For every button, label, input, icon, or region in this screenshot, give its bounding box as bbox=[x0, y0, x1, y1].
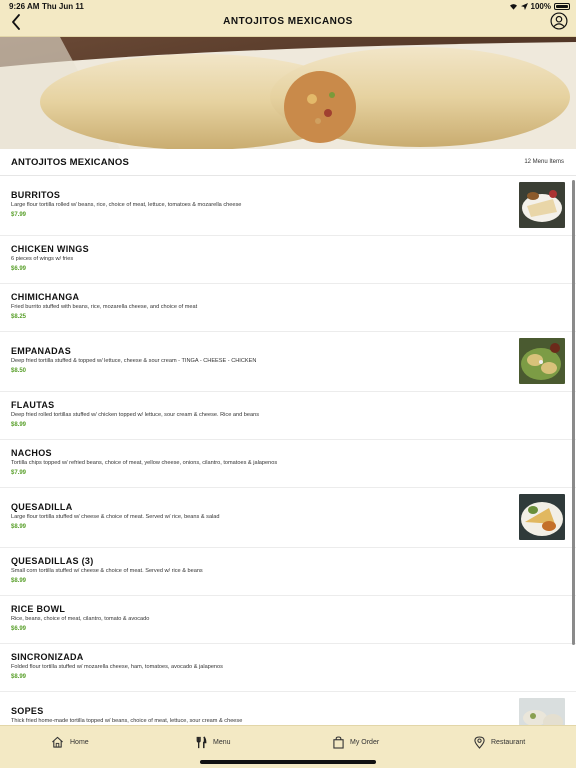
menu-item-chicken-wings[interactable]: CHICKEN WINGS 6 pieces of wings w/ fries… bbox=[0, 236, 576, 284]
item-name: EMPANADAS bbox=[11, 346, 72, 356]
status-time: 9:26 AM bbox=[9, 2, 40, 11]
burrito-photo bbox=[0, 37, 576, 149]
item-price: $8.25 bbox=[11, 314, 27, 320]
item-price: $8.99 bbox=[11, 674, 27, 680]
menu-item-rice-bowl[interactable]: RICE BOWL Rice, beans, choice of meat, c… bbox=[0, 596, 576, 644]
tab-menu-label: Menu bbox=[213, 739, 231, 746]
battery-percent: 100% bbox=[530, 2, 551, 11]
item-price: $8.99 bbox=[11, 524, 27, 530]
item-description: Deep fried tortilla stuffed & topped w/ … bbox=[11, 358, 257, 364]
category-header: ANTOJITOS MEXICANOS 12 Menu Items bbox=[0, 149, 576, 176]
menu-item-quesadilla[interactable]: QUESADILLA Large flour tortilla stuffed … bbox=[0, 488, 576, 548]
item-description: Fried burrito stuffed with beans, rice, … bbox=[11, 304, 198, 310]
tab-my-order[interactable]: My Order bbox=[333, 736, 379, 749]
tab-restaurant-label: Restaurant bbox=[491, 739, 526, 746]
top-bar: 9:26 AM Thu Jun 11 100% ANTOJITOS MEXICA… bbox=[0, 0, 576, 37]
category-title: ANTOJITOS MEXICANOS bbox=[11, 157, 129, 168]
status-indicators: 100% bbox=[509, 2, 570, 11]
hero-image bbox=[0, 37, 576, 149]
item-thumbnail bbox=[519, 338, 565, 384]
tab-menu[interactable]: Menu bbox=[195, 736, 231, 749]
item-description: Thick fried home-made tortilla topped w/… bbox=[11, 718, 243, 724]
location-pin-icon bbox=[474, 736, 485, 749]
menu-item-burritos[interactable]: BURRITOS Large flour tortilla rolled w/ … bbox=[0, 176, 576, 236]
wifi-icon bbox=[509, 4, 517, 10]
item-thumbnail bbox=[519, 182, 565, 228]
tab-home[interactable]: Home bbox=[51, 736, 89, 748]
item-price: $8.50 bbox=[11, 368, 27, 374]
item-description: Large flour tortilla rolled w/ beans, ri… bbox=[11, 202, 242, 208]
menu-item-empanadas[interactable]: EMPANADAS Deep fried tortilla stuffed & … bbox=[0, 332, 576, 392]
item-description: Large flour tortilla stuffed w/ cheese &… bbox=[11, 514, 220, 520]
item-name: NACHOS bbox=[11, 448, 52, 458]
shopping-bag-icon bbox=[333, 736, 344, 749]
item-price: $7.99 bbox=[11, 470, 27, 476]
item-name: QUESADILLAS (3) bbox=[11, 556, 94, 566]
item-name: QUESADILLA bbox=[11, 502, 73, 512]
fork-knife-icon bbox=[196, 736, 207, 749]
menu-item-chimichanga[interactable]: CHIMICHANGA Fried burrito stuffed with b… bbox=[0, 284, 576, 332]
status-bar: 9:26 AM Thu Jun 11 100% bbox=[0, 0, 576, 12]
item-price: $8.99 bbox=[11, 422, 27, 428]
item-price: $6.99 bbox=[11, 266, 27, 272]
tab-my-order-label: My Order bbox=[350, 739, 380, 746]
item-name: BURRITOS bbox=[11, 190, 61, 200]
location-icon bbox=[520, 3, 528, 10]
item-thumbnail bbox=[519, 698, 565, 725]
home-icon bbox=[52, 736, 63, 748]
item-name: SOPES bbox=[11, 706, 44, 716]
tab-restaurant[interactable]: Restaurant bbox=[474, 736, 525, 749]
menu-item-sopes[interactable]: SOPES Thick fried home-made tortilla top… bbox=[0, 692, 576, 725]
item-price: $8.99 bbox=[11, 578, 27, 584]
page-title: ANTOJITOS MEXICANOS bbox=[223, 16, 353, 27]
item-price: $6.99 bbox=[11, 626, 27, 632]
scrollbar[interactable] bbox=[572, 180, 575, 645]
menu-item-flautas[interactable]: FLAUTAS Deep fried rolled tortillas stuf… bbox=[0, 392, 576, 440]
item-name: RICE BOWL bbox=[11, 604, 66, 614]
item-description: Rice, beans, choice of meat, cilantro, t… bbox=[11, 616, 150, 622]
menu-item-quesadillas-3[interactable]: QUESADILLAS (3) Small corn tortilla stuf… bbox=[0, 548, 576, 596]
item-name: CHIMICHANGA bbox=[11, 292, 80, 302]
item-description: Folded flour tortilla stuffed w/ mozarel… bbox=[11, 664, 223, 670]
item-description: Tortilla chips topped w/ refried beans, … bbox=[11, 460, 278, 466]
menu-item-nachos[interactable]: NACHOS Tortilla chips topped w/ refried … bbox=[0, 440, 576, 488]
status-date: Thu Jun 11 bbox=[42, 2, 84, 11]
item-name: SINCRONIZADA bbox=[11, 652, 84, 662]
item-price: $7.99 bbox=[11, 212, 27, 218]
item-name: CHICKEN WINGS bbox=[11, 244, 89, 254]
battery-icon bbox=[554, 3, 570, 10]
item-description: Small corn tortilla stuffed w/ cheese & … bbox=[11, 568, 203, 574]
item-description: Deep fried rolled tortillas stuffed w/ c… bbox=[11, 412, 260, 418]
menu-list[interactable]: BURRITOS Large flour tortilla rolled w/ … bbox=[0, 176, 576, 725]
account-icon[interactable] bbox=[550, 12, 568, 30]
item-description: 6 pieces of wings w/ fries bbox=[11, 256, 74, 262]
item-name: FLAUTAS bbox=[11, 400, 55, 410]
home-indicator[interactable] bbox=[200, 760, 376, 764]
item-thumbnail bbox=[519, 494, 565, 540]
menu-item-sincronizada[interactable]: SINCRONIZADA Folded flour tortilla stuff… bbox=[0, 644, 576, 692]
menu-item-count: 12 Menu Items bbox=[524, 159, 564, 165]
tab-home-label: Home bbox=[70, 738, 89, 746]
